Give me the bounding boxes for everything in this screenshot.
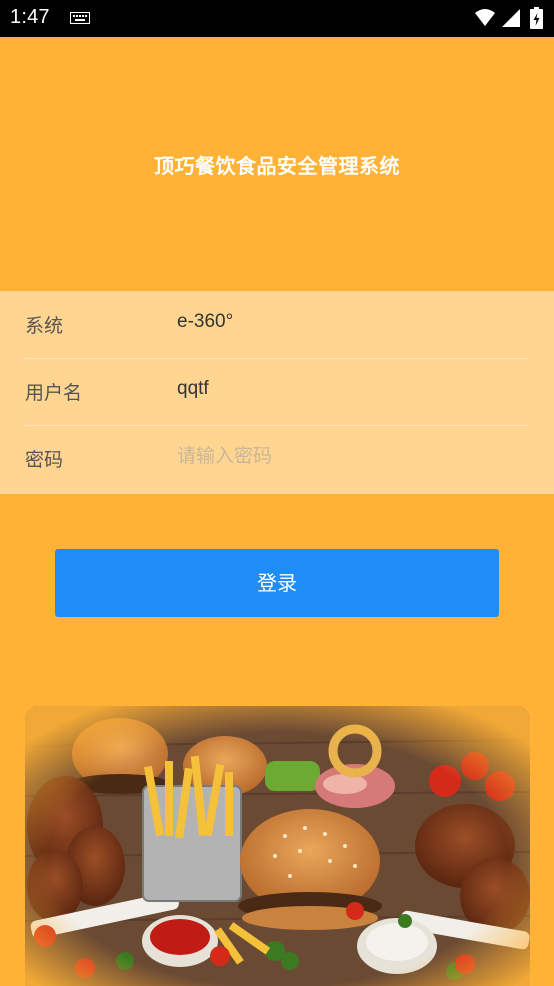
wifi-icon <box>475 9 495 26</box>
header: 顶巧餐饮食品安全管理系统 <box>0 37 554 291</box>
battery-icon <box>530 7 543 29</box>
username-row: 用户名 qqtf <box>25 358 528 426</box>
status-time: 1:47 <box>10 6 50 28</box>
system-row: 系统 e-360° <box>25 291 528 359</box>
password-row: 密码 <box>25 425 528 492</box>
password-input[interactable] <box>177 439 517 473</box>
system-value[interactable]: e-360° <box>177 311 233 333</box>
username-label: 用户名 <box>25 382 83 404</box>
password-label: 密码 <box>25 449 64 471</box>
status-bar: 1:47 <box>0 0 554 37</box>
app-title: 顶巧餐饮食品安全管理系统 <box>154 154 400 178</box>
signal-icon <box>502 9 520 27</box>
food-banner-image <box>25 706 530 986</box>
system-label: 系统 <box>25 315 64 337</box>
login-button[interactable]: 登录 <box>55 549 499 617</box>
login-form: 系统 e-360° 用户名 qqtf 密码 <box>0 291 554 494</box>
username-value[interactable]: qqtf <box>177 378 209 400</box>
keyboard-icon <box>70 12 90 24</box>
